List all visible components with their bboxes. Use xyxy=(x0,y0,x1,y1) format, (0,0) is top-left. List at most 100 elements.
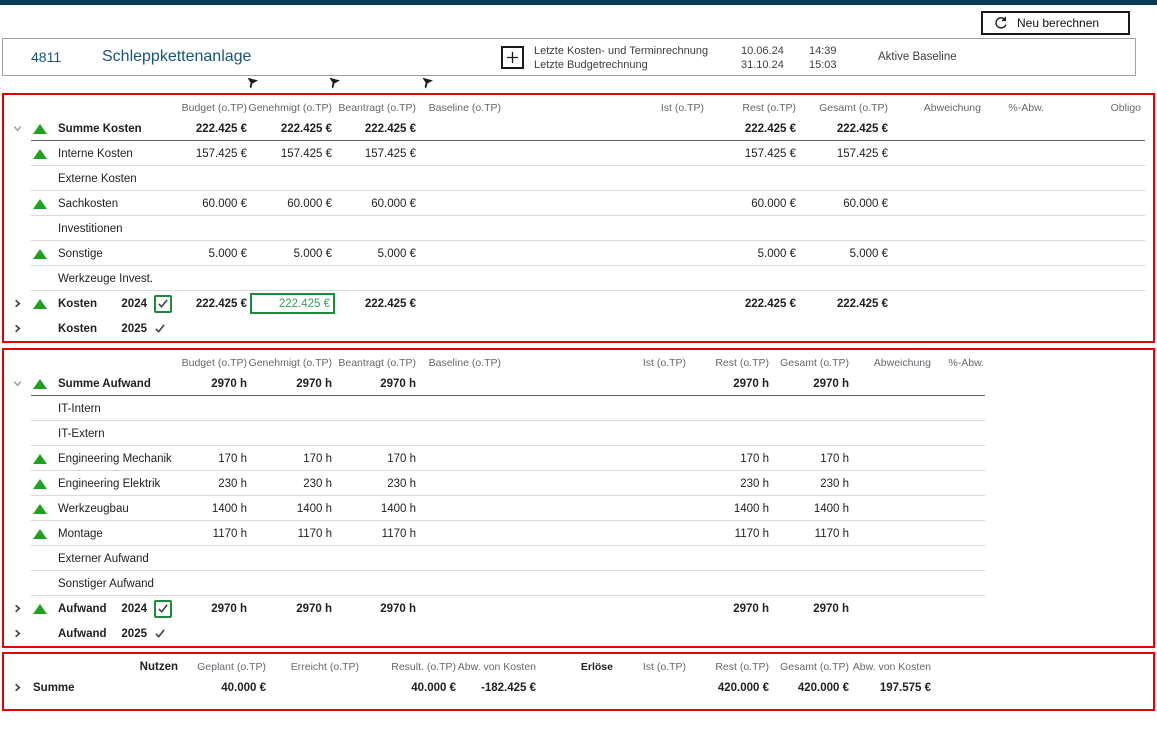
table-row[interactable]: Investitionen xyxy=(4,216,1153,241)
year-label: 2024 xyxy=(120,291,154,316)
cell-gesamt: 2970 h xyxy=(772,596,852,621)
cell-prozent-abw xyxy=(934,546,987,571)
table-row[interactable]: Externe Kosten xyxy=(4,166,1153,191)
trend-up-icon xyxy=(33,379,47,389)
filter-icon[interactable] xyxy=(245,78,258,90)
expand-chevron-icon[interactable] xyxy=(4,116,31,141)
row-label: Engineering Mechanik xyxy=(56,446,182,471)
cell-rest xyxy=(689,396,772,421)
cell-prozent-abw xyxy=(984,166,1047,191)
table-row[interactable]: Summe Aufwand2970 h2970 h2970 h2970 h297… xyxy=(4,371,1153,396)
table-row[interactable]: Engineering Mechanik170 h170 h170 h170 h… xyxy=(4,446,1153,471)
cell-rest xyxy=(707,166,799,191)
trend-up-icon xyxy=(31,496,56,521)
table-row[interactable]: Sonstiger Aufwand xyxy=(4,571,1153,596)
column-header-rest: Rest (o.TP) xyxy=(689,350,772,371)
cell-abw-von-kosten-2: 197.575 € xyxy=(852,675,934,700)
cell-beantragt xyxy=(335,621,419,646)
chevron-slot xyxy=(4,191,31,216)
trend-up-icon xyxy=(31,291,56,316)
cell-ist xyxy=(504,596,689,621)
table-row[interactable]: Interne Kosten157.425 €157.425 €157.425 … xyxy=(4,141,1153,166)
checkbox[interactable] xyxy=(154,600,172,618)
column-header-abw-von-kosten: Abw. von Kosten xyxy=(459,654,539,675)
table-row[interactable]: Werkzeugbau1400 h1400 h1400 h1400 h1400 … xyxy=(4,496,1153,521)
cell-gesamt: 222.425 € xyxy=(799,291,891,316)
recalculate-label: Neu berechnen xyxy=(1017,16,1099,30)
filter-icon[interactable] xyxy=(327,78,340,90)
trend-up-icon xyxy=(31,596,56,621)
cell-ist xyxy=(504,241,707,266)
cell-rest: 170 h xyxy=(689,446,772,471)
checkbox-cell xyxy=(154,316,182,341)
trend-up-icon xyxy=(31,141,56,166)
table-row[interactable]: Summe Kosten222.425 €222.425 €222.425 €2… xyxy=(4,116,1153,141)
cell-prozent-abw xyxy=(934,396,987,421)
cell-ist xyxy=(616,675,689,700)
column-header-ist: Ist (o.TP) xyxy=(504,350,689,371)
expand-chevron-icon[interactable] xyxy=(4,291,31,316)
year-label: 2025 xyxy=(120,621,154,646)
expand-chevron-icon[interactable] xyxy=(4,316,31,341)
icon-slot xyxy=(31,571,56,596)
active-baseline-label: Aktive Baseline xyxy=(878,39,957,75)
cell-abweichung xyxy=(852,571,934,596)
filter-icon[interactable] xyxy=(420,78,433,90)
cell-budget xyxy=(182,621,250,646)
cell-beantragt xyxy=(335,571,419,596)
cell-gesamt: 1400 h xyxy=(772,496,852,521)
expand-chevron-icon[interactable] xyxy=(4,371,31,396)
cell-genehmigt xyxy=(250,621,335,646)
header-spacer xyxy=(4,350,182,371)
column-header-abweichung: Abweichung xyxy=(852,350,934,371)
table-row[interactable]: Aufwand2025 xyxy=(4,621,1153,646)
cell-rest: 1170 h xyxy=(689,521,772,546)
table-row[interactable]: Aufwand20242970 h2970 h2970 h2970 h2970 … xyxy=(4,596,1153,621)
cell-ist xyxy=(504,571,689,596)
cell-beantragt xyxy=(335,216,419,241)
checkbox-cell xyxy=(154,596,182,621)
row-label: Sonstige xyxy=(56,241,182,266)
cell-budget xyxy=(182,421,250,446)
cell-gesamt: 230 h xyxy=(772,471,852,496)
checkbox[interactable] xyxy=(154,295,172,313)
table-row[interactable]: Kosten2025 xyxy=(4,316,1153,341)
cell-ist xyxy=(504,546,689,571)
cell-genehmigt xyxy=(250,571,335,596)
table-row[interactable]: Werkzeuge Invest. xyxy=(4,266,1153,291)
expand-chevron-icon[interactable] xyxy=(4,596,31,621)
checkmark-icon[interactable] xyxy=(154,628,166,639)
table-row[interactable]: Sonstige5.000 €5.000 €5.000 €5.000 €5.00… xyxy=(4,241,1153,266)
cell-obligo xyxy=(1047,291,1144,316)
table-row[interactable]: Summe40.000 €40.000 €-182.425 €420.000 €… xyxy=(4,675,1153,700)
column-header-prozent-abw: %-Abw. xyxy=(934,350,987,371)
table-row[interactable]: IT-Intern xyxy=(4,396,1153,421)
row-label: Externe Kosten xyxy=(56,166,182,191)
trend-up-icon xyxy=(31,471,56,496)
cell-prozent-abw xyxy=(984,116,1047,141)
trend-up-icon xyxy=(33,249,47,259)
edit-field-genehmigt[interactable]: 222.425 € xyxy=(250,293,335,314)
info-date: 10.06.24 xyxy=(741,44,809,58)
column-header-prozent-abw: %-Abw. xyxy=(984,95,1047,116)
cell-genehmigt: 1170 h xyxy=(250,521,335,546)
row-label: IT-Intern xyxy=(56,396,182,421)
recalculate-button[interactable]: Neu berechnen xyxy=(981,11,1130,35)
icon-slot xyxy=(31,266,56,291)
table-row[interactable]: Engineering Elektrik230 h230 h230 h230 h… xyxy=(4,471,1153,496)
expand-chevron-icon[interactable] xyxy=(4,621,31,646)
table-row[interactable]: IT-Extern xyxy=(4,421,1153,446)
column-header-beantragt: Beantragt (o.TP) xyxy=(335,350,419,371)
expand-chevron-icon[interactable] xyxy=(4,675,31,700)
table-row[interactable]: Kosten2024222.425 €222.425 €222.425 €222… xyxy=(4,291,1153,316)
toolbar: Neu berechnen xyxy=(0,5,1157,38)
table-row[interactable]: Montage1170 h1170 h1170 h1170 h1170 h xyxy=(4,521,1153,546)
table-row[interactable]: Externer Aufwand xyxy=(4,546,1153,571)
table-row[interactable]: Sachkosten60.000 €60.000 €60.000 €60.000… xyxy=(4,191,1153,216)
cell-abw-von-kosten: -182.425 € xyxy=(459,675,539,700)
add-button[interactable] xyxy=(501,46,524,69)
checkmark-icon[interactable] xyxy=(154,323,166,334)
row-label: Sonstiger Aufwand xyxy=(56,571,182,596)
column-header-ist: Ist (o.TP) xyxy=(616,654,689,675)
cell-budget xyxy=(182,166,250,191)
